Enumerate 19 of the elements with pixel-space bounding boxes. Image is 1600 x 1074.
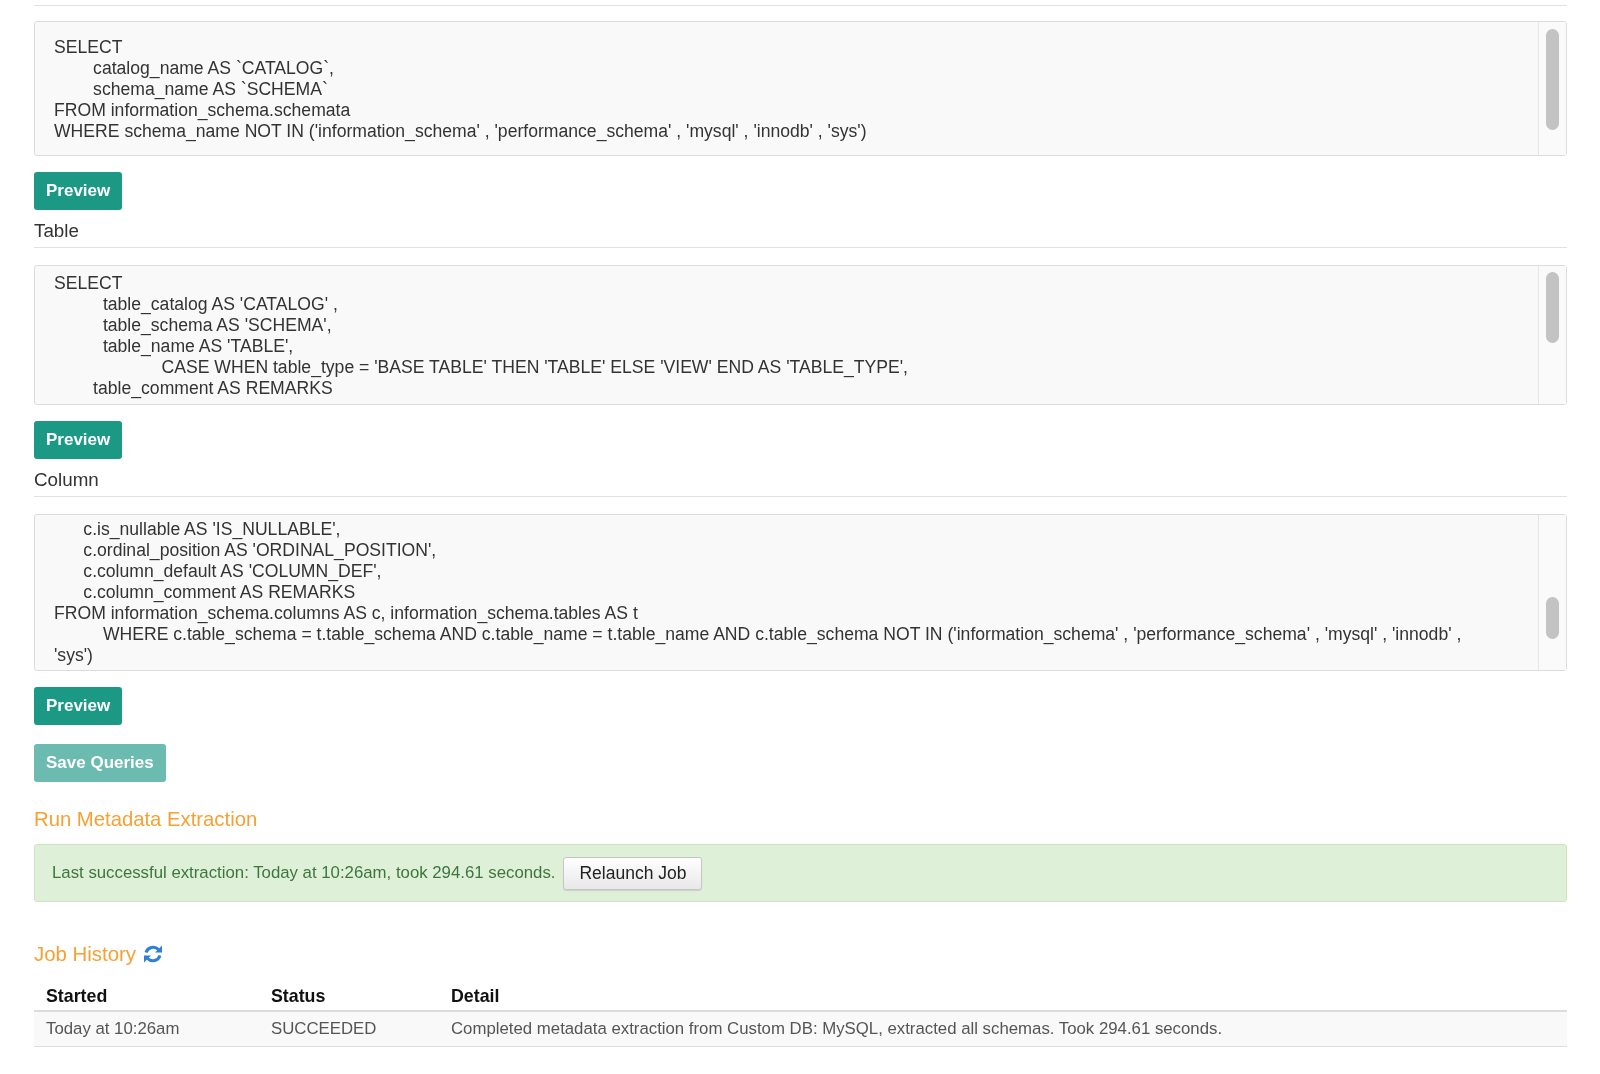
scrollbar-thumb[interactable] xyxy=(1546,597,1559,639)
preview-button[interactable]: Preview xyxy=(34,687,123,725)
section-heading: Column xyxy=(34,469,99,490)
banner-message: Last successful extraction: Today at 10:26am, took 294.61 seconds. xyxy=(52,863,556,883)
section-title: Job History xyxy=(34,942,136,967)
preview-button[interactable]: Preview xyxy=(34,421,123,459)
table-cell: SUCCEEDED xyxy=(259,1011,439,1047)
section-title: Run Metadata Extraction xyxy=(34,808,258,830)
sql-query-field[interactable]: SELECT table_catalog AS 'CATALOG' , table_schema AS 'SCHEMA', table_name AS 'TABLE', CASE WHEN table_type = 'BASE TABLE' THEN 'TABLE' ELSE 'VIEW' END AS 'TABLE_TYPE', table_comment AS REMARKS xyxy=(34,265,1567,405)
preview-button[interactable]: Preview xyxy=(34,172,123,210)
scrollbar-thumb[interactable] xyxy=(1546,271,1559,344)
refresh-icon[interactable] xyxy=(143,944,163,964)
sql-query-field[interactable]: c.is_nullable AS 'IS_NULLABLE', c.ordinal_position AS 'ORDINAL_POSITION', c.column_default AS 'COLUMN_DEF', c.column_comment AS REMARKS FROM information_schema.columns AS c, information_schema.tables AS t WHERE c.table_schema = t.table_schema AND c.table_name = t.table_name AND c.table_schema NOT IN ('information_schema' , 'performance_schema' , 'mysql' , 'innodb' , 'sys') xyxy=(34,514,1567,671)
section-heading: Table xyxy=(34,220,79,241)
scrollbar-thumb[interactable] xyxy=(1546,28,1559,130)
relaunch-job-button[interactable]: Relaunch Job xyxy=(563,856,703,890)
table-cell: Completed metadata extraction from Custom DB: MySQL, extracted all schemas. Took 294.61 seconds. xyxy=(439,1011,1567,1047)
sql-query-field[interactable]: SELECT catalog_name AS `CATALOG`, schema_name AS `SCHEMA` FROM information_schema.schemata WHERE schema_name NOT IN ('information_schema' , 'performance_schema' , 'mysql' , 'innodb' , 'sys') xyxy=(34,21,1567,156)
table-cell: Today at 10:26am xyxy=(34,1011,259,1047)
